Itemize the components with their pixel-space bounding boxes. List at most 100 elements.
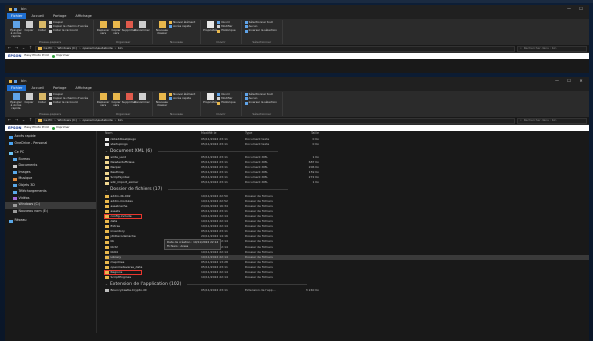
history-button[interactable]: Historique [217, 101, 236, 105]
address-bar[interactable]: Ce PC › Windows (C:) › openemu\audebode … [35, 45, 515, 52]
delete-button[interactable]: Supprimer [122, 93, 136, 104]
copyto-button[interactable]: Copier vers [110, 93, 122, 107]
title-bar[interactable]: bin — ☐ [5, 5, 589, 13]
group-header[interactable]: ⌄ Dossier de fichiers (17) [105, 186, 589, 194]
breadcrumb-bin[interactable]: bin [118, 46, 123, 50]
chevron-down-icon[interactable]: ⌄ [21, 118, 26, 123]
file-size: 1 Ko [312, 155, 319, 160]
file-date: 24/01/2022 16:34 [201, 203, 228, 208]
breadcrumb-windows-c[interactable]: Windows (C:) [58, 118, 78, 122]
breadcrumb-bin[interactable]: bin [118, 118, 123, 122]
properties-icon [206, 93, 214, 100]
back-arrow-icon[interactable]: ← [7, 46, 12, 51]
forward-arrow-icon[interactable]: → [14, 46, 19, 51]
explorer-window-back[interactable]: bin — ☐ Fichier Accueil Partage Affichag… [5, 5, 589, 73]
paste-button[interactable]: Coller [36, 21, 48, 32]
shortcut-button[interactable]: Coller le raccourci [49, 29, 88, 33]
invert-selection-button[interactable]: Inverser la sélection [244, 101, 277, 105]
file-list[interactable]: Nom Modifié le Type Taille nbtaddbsetplu… [97, 131, 589, 333]
up-arrow-icon[interactable]: ↑ [28, 118, 33, 123]
breadcrumb-user[interactable]: openemu\audebode [83, 118, 113, 122]
file-row[interactable]: ScriptEngines 19/11/2022 22:14 Dossier de … [105, 275, 589, 280]
pin-button[interactable]: Épingler à Accès rapide [10, 93, 22, 111]
easy-access-button[interactable]: Accès rapide [169, 24, 195, 29]
chevron-down-icon[interactable]: ⌄ [105, 149, 108, 153]
paste-button[interactable]: Coller [36, 93, 48, 104]
invert-selection-button[interactable]: Inverser la sélection [244, 29, 277, 33]
copyto-button[interactable]: Copier vers [110, 21, 122, 35]
quick-access-icon[interactable] [14, 7, 17, 11]
breadcrumb-windows-c[interactable]: Windows (C:) [58, 46, 78, 50]
search-input[interactable]: ⌕ Rechercher dans : bin [517, 117, 587, 124]
breadcrumb-ce-pc[interactable]: Ce PC [44, 118, 53, 122]
column-type[interactable]: Type [245, 131, 289, 136]
back-arrow-icon[interactable]: ← [7, 118, 12, 123]
column-name[interactable]: Nom [105, 131, 201, 136]
file-type: Dossier de fichiers [245, 208, 273, 213]
address-bar[interactable]: Ce PC › Windows (C:) › openemu\audebode … [35, 117, 515, 124]
copy-button[interactable]: Copier [23, 93, 35, 104]
file-type: Dossier de fichiers [245, 259, 273, 264]
minimize-button[interactable]: — [551, 77, 563, 85]
easy-access-button[interactable]: Accès rapide [169, 96, 195, 101]
search-placeholder: Rechercher dans : bin [523, 45, 557, 50]
file-type: Dossier de fichiers [245, 264, 273, 269]
search-input[interactable]: ⌕ Rechercher dans : bin [517, 45, 587, 52]
move-button[interactable]: Déplacer vers [97, 93, 109, 107]
column-date[interactable]: Modifié le [201, 131, 245, 136]
close-button[interactable]: ✕ [575, 77, 587, 85]
chevron-down-icon[interactable]: ⌄ [105, 188, 108, 192]
ribbon-button-label: Coller le raccourci [53, 100, 79, 105]
group-header[interactable]: ⌄ Document XML (6) [105, 147, 589, 155]
title-bar[interactable]: bin — ☐ ✕ [5, 77, 589, 85]
group-header[interactable]: ⌄ Extension de l'application (102) [105, 280, 589, 288]
properties-button[interactable]: Propriétés [203, 21, 217, 32]
epson-label[interactable]: Easy Photo Print [24, 53, 48, 57]
file-name: Regions [110, 270, 123, 274]
pin-button[interactable]: Épingler à Accès rapide [10, 21, 22, 39]
file-date: 19/11/2022 22:14 [201, 275, 228, 280]
new-folder-button[interactable]: Nouveau dossier [156, 93, 168, 107]
pc-icon [9, 151, 13, 155]
breadcrumb-user[interactable]: openemu\audebode [83, 46, 113, 50]
move-button[interactable]: Déplacer vers [97, 21, 109, 35]
maximize-button[interactable]: ☐ [563, 77, 575, 85]
nav-item-label: Bureau [18, 156, 31, 161]
column-size[interactable]: Taille [289, 131, 319, 136]
shortcut-button[interactable]: Coller le raccourci [49, 100, 88, 105]
explorer-window-front[interactable]: bin — ☐ ✕ Fichier Accueil Partage Affich… [5, 77, 589, 341]
file-type: Document texte [245, 141, 270, 146]
nav-item[interactable]: Réseau [5, 218, 96, 225]
file-type: Dossier de fichiers [245, 203, 273, 208]
file-row[interactable]: startupingo 05/11/2022 23:11 Document text… [105, 142, 589, 147]
chevron-down-icon[interactable]: ⌄ [105, 282, 108, 286]
file-name: Newtextuffclass [110, 161, 135, 165]
up-arrow-icon[interactable]: ↑ [28, 46, 33, 51]
minimize-button[interactable]: — [563, 5, 575, 13]
history-button[interactable]: Historique [217, 29, 236, 33]
rename-button[interactable]: Renommer [134, 21, 150, 32]
epson-print-button[interactable]: Imprimer [51, 53, 70, 58]
file-row[interactable]: BouncyCastle.Crypto.dll 05/11/2022 23:11 E… [105, 288, 589, 293]
ribbon-button-label: Copier vers [111, 100, 121, 108]
maximize-button[interactable]: ☐ [575, 5, 587, 13]
file-date: 05/11/2022 23:11 [201, 180, 228, 185]
breadcrumb-ce-pc[interactable]: Ce PC [44, 46, 53, 50]
properties-button[interactable]: Propriétés [203, 93, 217, 104]
navigation-pane[interactable]: Accès rapide OneDrive - Personal Ce PC Bure… [5, 131, 97, 333]
file-date: 05/11/2022 23:11 [201, 175, 228, 180]
forward-arrow-icon[interactable]: → [14, 118, 19, 123]
file-row[interactable]: sdk_import_exmer 05/11/2022 23:11 Document… [105, 181, 589, 186]
delete-button[interactable]: Supprimer [122, 21, 136, 32]
new-folder-button[interactable]: Nouveau dossier [156, 21, 168, 35]
folder-icon [105, 204, 109, 208]
quick-access-icon[interactable] [14, 79, 17, 83]
epson-print-button[interactable]: Imprimer [51, 125, 70, 130]
epson-label[interactable]: Easy Photo Print [24, 125, 48, 129]
ribbon-button-label: Épingler à Accès rapide [10, 100, 22, 111]
rename-button[interactable]: Renommer [134, 93, 150, 104]
copy-button[interactable]: Copier [23, 21, 35, 32]
path-icon [49, 97, 52, 101]
select-all-icon [244, 93, 248, 97]
chevron-down-icon[interactable]: ⌄ [21, 46, 26, 51]
